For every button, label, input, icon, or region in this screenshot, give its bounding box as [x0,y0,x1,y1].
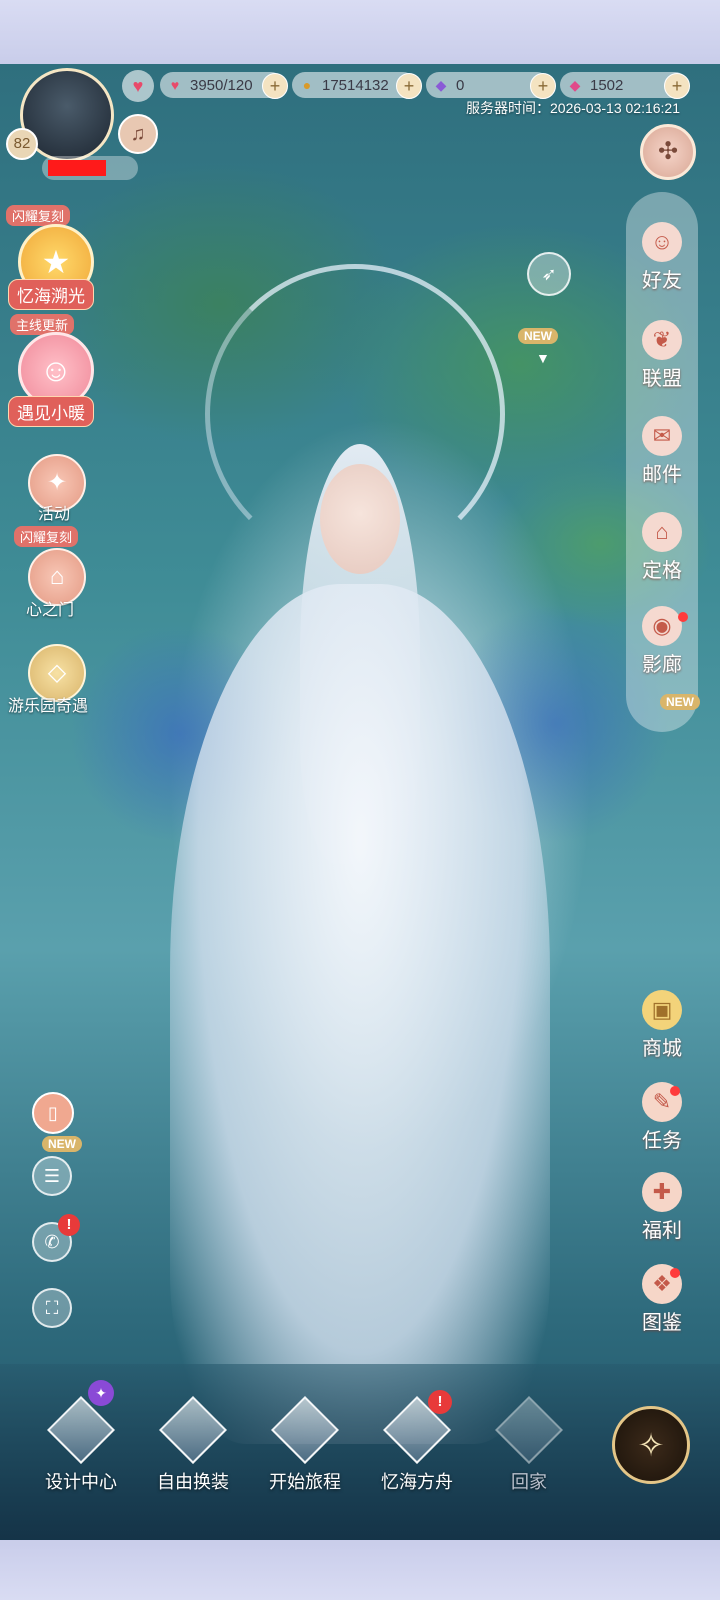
codex-alert-dot [670,1268,680,1278]
benefits-button[interactable]: ✚ 福利 [626,1172,698,1243]
design-crown-icon [47,1396,115,1464]
gallery-label: 影廊 [642,654,682,676]
nav-label: 设计中心 [45,1472,117,1493]
friends-icon: ☺ [642,222,682,262]
server-time-label: 服务器时间： [466,100,550,116]
purple-star-icon: ✦ [88,1380,114,1406]
pink-diamond-icon: ◆ [569,77,581,93]
house-icon: ⌂ [642,512,682,552]
nav-label: 自由换装 [157,1472,229,1493]
alliance-label: 联盟 [642,368,682,390]
new-badge: NEW [42,1136,82,1152]
server-time-value: 2026-03-13 02:16:21 [550,100,680,116]
tasks-alert-dot [670,1086,680,1096]
heart-icon: ♥ [170,77,180,93]
add-crystal-button[interactable]: + [530,73,556,99]
nav-journey[interactable]: 开始旅程 [250,1396,360,1494]
chevron-down-icon[interactable]: ▼ [536,350,550,366]
friends-button[interactable]: ☺ 好友 [626,222,698,293]
add-stamina-button[interactable]: + [262,73,288,99]
nav-label: 忆海方舟 [381,1472,453,1493]
activity-label[interactable]: 活动 [38,500,70,524]
event1-label[interactable]: 忆海溯光 [8,279,94,310]
chat-alert-badge: ! [58,1214,80,1236]
gift-icon: ✚ [642,1172,682,1212]
pinwheel-icon[interactable]: ✣ [640,124,696,180]
heart-gate-label[interactable]: 心之门 [26,596,74,620]
wardrobe-crown-icon [159,1396,227,1464]
friends-label: 好友 [642,270,682,292]
mail-button[interactable]: ✉ 邮件 [626,416,698,487]
music-note-icon[interactable]: ♫ [118,114,158,154]
ark-alert-badge: ! [428,1390,452,1414]
mail-icon: ✉ [642,416,682,456]
game-scene [0,64,720,1540]
top-frame [0,0,720,64]
home-crown-icon [495,1396,563,1464]
codex-label: 图鉴 [642,1312,682,1334]
nav-label: 回家 [511,1472,547,1493]
shop-button[interactable]: ▣ 商城 [626,990,698,1061]
nav-label: 开始旅程 [269,1472,341,1493]
feather-icon[interactable]: ➶ [527,252,571,296]
character-face[interactable] [320,464,400,574]
event1-tag: 闪耀复刻 [6,205,71,226]
nav-free-dress[interactable]: 自由换装 [138,1396,248,1494]
heart-icon[interactable]: ♥ [122,70,154,102]
crystal-value: 0 [456,76,465,94]
nav-ark[interactable]: 忆海方舟 [362,1396,472,1494]
shop-label: 商城 [642,1038,682,1060]
event2-tag: 主线更新 [10,314,75,335]
wings-icon: ❦ [642,320,682,360]
player-name-redacted [48,160,106,176]
event3-tag: 闪耀复刻 [14,526,79,547]
list-icon[interactable]: ☰ [32,1156,72,1196]
server-time: 服务器时间：2026-03-13 02:16:21 [466,98,680,118]
tasks-label: 任务 [642,1130,682,1152]
fullscreen-icon[interactable]: ⛶ [32,1288,72,1328]
camera-icon: ◉ [642,606,682,646]
character-gown[interactable] [170,584,550,1444]
shopping-bag-icon: ▣ [642,990,682,1030]
add-gold-button[interactable]: + [396,73,422,99]
new-badge: NEW [518,328,558,344]
event2-label[interactable]: 遇见小暖 [8,396,94,427]
magic-orb-icon[interactable]: ✧ [612,1406,690,1484]
bottom-frame [0,1540,720,1600]
diamond-value: 1502 [590,76,624,94]
gold-value: 17514132 [322,76,389,94]
level-badge: 82 [6,128,38,160]
nav-home[interactable]: 回家 [474,1396,584,1494]
mail-label: 邮件 [642,464,682,486]
stamina-value: 3950/120 [190,76,253,94]
journey-crown-icon [271,1396,339,1464]
purple-gem-icon: ◆ [435,77,447,93]
add-diamond-button[interactable]: + [664,73,690,99]
benefits-label: 福利 [642,1220,682,1242]
pose-label: 定格 [642,560,682,582]
gallery-alert-dot [678,612,688,622]
nav-design-center[interactable]: 设计中心 [26,1396,136,1494]
phone-icon[interactable]: ▯ [32,1092,74,1134]
cat-coin-icon: ● [302,77,312,93]
alliance-button[interactable]: ❦ 联盟 [626,320,698,391]
tasks-button[interactable]: ✎ 任务 [626,1082,698,1153]
pose-button[interactable]: ⌂ 定格 [626,512,698,583]
codex-button[interactable]: ❖ 图鉴 [626,1264,698,1335]
park-label[interactable]: 游乐园奇遇 [8,692,88,716]
new-badge: NEW [660,694,700,710]
